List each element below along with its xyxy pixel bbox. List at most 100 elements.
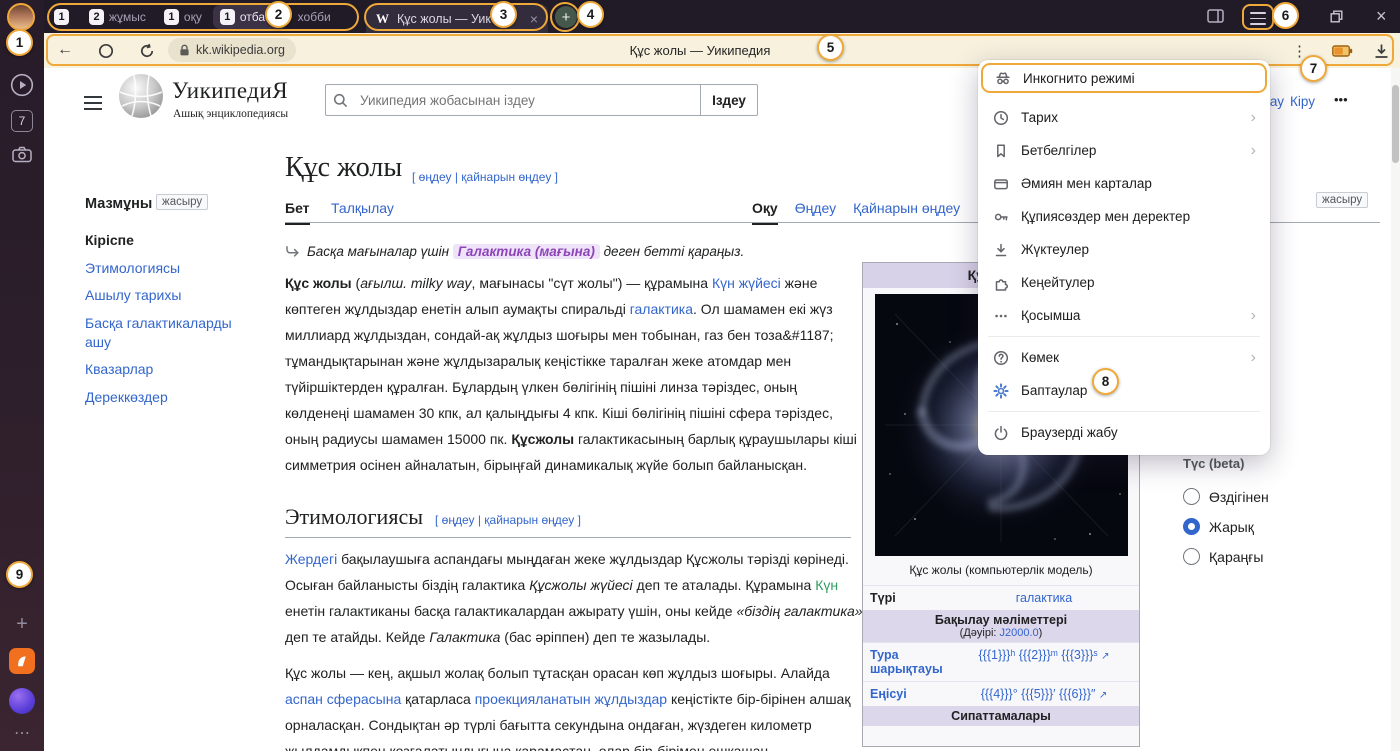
menu-item-passwords[interactable]: Құпиясөздер мен деректер	[978, 200, 1270, 233]
infobox-characteristics-header: Сипаттамалары	[863, 706, 1139, 726]
external-link-icon[interactable]: ↗	[1101, 651, 1109, 662]
appearance-option-light[interactable]: Жарық	[1183, 518, 1254, 535]
ra-label[interactable]: Тура шарықтауы	[870, 648, 956, 676]
tab-group-count: 1	[164, 9, 179, 25]
annotation-step-2: 2	[265, 1, 292, 28]
new-tab-button[interactable]: +	[555, 6, 577, 28]
ra-value: {{{1}}}ʰ {{{2}}}ᵐ {{{3}}}ˢ	[978, 648, 1097, 662]
dec-label[interactable]: Еңісуі	[870, 687, 956, 701]
infobox-observation-header: Бақылау мәліметтері (Дәуірі: J2000.0)	[863, 610, 1139, 642]
menu-item-label: Кеңейтулер	[1021, 275, 1095, 290]
tab-group[interactable]: хобби	[291, 5, 338, 29]
menu-item-incognito[interactable]: Инкогнито режимі	[981, 63, 1267, 93]
wikipedia-wordmark[interactable]: УикипедиЯ	[172, 78, 288, 104]
annotation-step-8: 8	[1092, 368, 1119, 395]
appearance-option-auto[interactable]: Өздігінен	[1183, 488, 1269, 505]
menu-item-help[interactable]: Көмек ›	[978, 341, 1270, 374]
tab-group[interactable]: 1 оқу	[157, 5, 209, 29]
external-link-icon[interactable]: ↗	[1099, 690, 1107, 701]
tab-close-icon[interactable]: ×	[530, 12, 538, 26]
radio-icon-checked[interactable]	[1183, 518, 1200, 535]
incognito-icon	[994, 69, 1012, 87]
article-edit-links[interactable]: [ өңдеу | қайнарын өңдеу ]	[412, 170, 558, 184]
wiki-menu-icon[interactable]	[84, 92, 102, 114]
tab-counter-badge[interactable]: 7	[0, 110, 44, 132]
login-link[interactable]: Кіру	[1290, 94, 1315, 109]
menu-item-bookmarks[interactable]: Бетбелгілер ›	[978, 134, 1270, 167]
add-panel-icon[interactable]: +	[0, 614, 44, 634]
tab-group[interactable]: 2 жұмыс	[82, 5, 153, 29]
browser-menu-icon[interactable]	[1250, 9, 1266, 28]
radio-label: Қараңғы	[1209, 549, 1263, 565]
menu-separator	[988, 411, 1260, 412]
appearance-option-dark[interactable]: Қараңғы	[1183, 548, 1263, 565]
toc-hide-button[interactable]: жасыру	[156, 194, 208, 210]
puzzle-icon	[992, 274, 1010, 292]
play-icon[interactable]	[0, 73, 44, 97]
radio-label: Жарық	[1209, 519, 1254, 535]
wikipedia-logo[interactable]	[118, 73, 164, 119]
header-more-icon[interactable]: •••	[1334, 92, 1348, 107]
menu-item-label: Браузерді жабу	[1021, 425, 1118, 440]
dec-value: {{{4}}}° {{{5}}}′ {{{6}}}″	[981, 687, 1096, 701]
tab-group[interactable]: 1	[50, 5, 78, 29]
menu-item-wallet[interactable]: Әмиян мен карталар	[978, 167, 1270, 200]
menu-item-downloads[interactable]: Жүктеулер	[978, 233, 1270, 266]
toc-item-etymology[interactable]: Этимологиясы	[85, 260, 180, 276]
downloads-icon[interactable]	[1374, 43, 1389, 59]
scrollbar-thumb[interactable]	[1392, 85, 1399, 163]
article-title: Құс жолы	[285, 152, 402, 184]
menu-item-history[interactable]: Тарих ›	[978, 101, 1270, 134]
paragraph-etymology-1: Жердегі бақылаушыға аспандағы мыңдаған ж…	[285, 546, 863, 658]
wiki-search-input[interactable]	[325, 84, 701, 116]
sidebar-more-icon[interactable]: ⋯	[0, 726, 44, 742]
browser-tab[interactable]: W Құс жолы — Уик ×	[366, 4, 548, 33]
wallet-icon	[992, 175, 1010, 193]
toc-item-other-galaxies[interactable]: Басқа галактикаларды ашу	[85, 314, 260, 352]
restore-window-icon[interactable]	[1330, 10, 1343, 23]
tab-talk[interactable]: Талқылау	[331, 200, 394, 223]
toc-item-discovery[interactable]: Ашылу тарихы	[85, 287, 181, 303]
chevron-right-icon: ›	[1251, 308, 1256, 324]
menu-item-close-browser[interactable]: Браузерді жабу	[978, 416, 1270, 449]
menu-item-label: Қосымша	[1021, 308, 1080, 323]
menu-item-extensions[interactable]: Кеңейтулер	[978, 266, 1270, 299]
menu-item-settings[interactable]: Баптаулар	[978, 374, 1270, 407]
menu-item-label: Көмек	[1021, 350, 1059, 365]
infobox-row-ra: Тура шарықтауы {{{1}}}ʰ {{{2}}}ᵐ {{{3}}}…	[863, 642, 1139, 681]
toc-item-references[interactable]: Дереккөздер	[85, 389, 168, 405]
yandex-app-icon[interactable]	[0, 648, 44, 674]
menu-item-label: Бетбелгілер	[1021, 143, 1096, 158]
screenshot-camera-icon[interactable]	[0, 146, 44, 163]
annotation-step-4: 4	[577, 1, 604, 28]
menu-item-more[interactable]: Қосымша ›	[978, 299, 1270, 332]
tab-strip: 1 2 жұмыс 1 оқу 1 отбасы хобби W Құс жол…	[44, 0, 1400, 33]
section-rule	[285, 537, 851, 538]
radio-icon[interactable]	[1183, 548, 1200, 565]
close-window-icon[interactable]: ×	[1376, 7, 1387, 25]
infobox-caption: Құс жолы (компьютерлік модель)	[863, 556, 1139, 585]
alice-assistant-icon[interactable]	[0, 688, 44, 714]
menu-item-label: Жүктеулер	[1021, 242, 1089, 257]
profile-avatar[interactable]	[7, 3, 35, 31]
toc-item-intro[interactable]: Кіріспе	[85, 232, 134, 248]
battery-saver-icon[interactable]	[1332, 45, 1353, 57]
appearance-hide-button[interactable]: жасыру	[1316, 192, 1368, 208]
page-scrollbar[interactable]	[1391, 68, 1400, 751]
tab-group-label: хобби	[298, 10, 331, 24]
menu-item-label: Инкогнито режимі	[1023, 71, 1135, 86]
section-edit-links[interactable]: [ өңдеу | қайнарын өңдеу ]	[435, 513, 581, 527]
wiki-search-button[interactable]: Іздеу	[700, 84, 758, 116]
toc-item-quasars[interactable]: Квазарлар	[85, 361, 153, 377]
section-heading: Этимологиясы [ өңдеу | қайнарын өңдеу ]	[285, 504, 581, 530]
browser-menu: Инкогнито режимі Тарих › Бетбелгілер › Ә…	[978, 60, 1270, 455]
radio-icon[interactable]	[1183, 488, 1200, 505]
side-panel-icon[interactable]	[1207, 9, 1224, 23]
infobox-row-type: Түрі галактика	[863, 585, 1139, 610]
paragraph-etymology-2: Құс жолы — кең, ақшыл жолақ болып тұтасқ…	[285, 660, 863, 751]
type-value[interactable]: галактика	[956, 591, 1132, 605]
annotation-step-5: 5	[817, 34, 844, 61]
radio-label: Өздігінен	[1209, 489, 1269, 505]
tab-group-count: 1	[220, 9, 235, 25]
epoch-link[interactable]: J2000.0	[1000, 627, 1039, 639]
